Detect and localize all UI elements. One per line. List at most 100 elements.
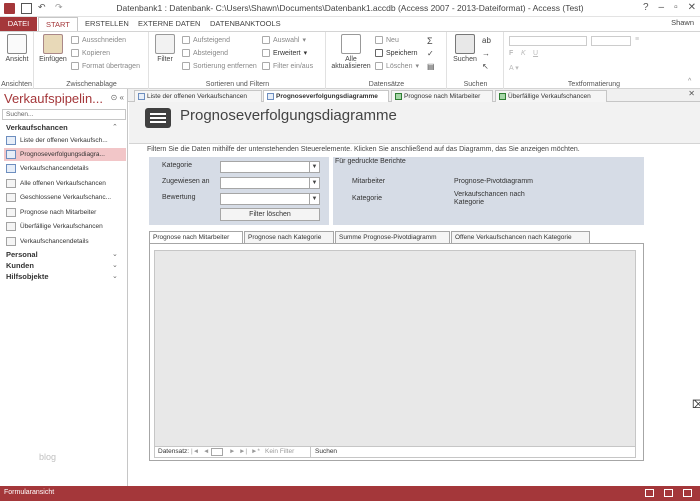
record-search-input[interactable]: Suchen [310,447,355,457]
tab-forecast-by-employee[interactable]: Prognose nach Mitarbeiter [149,231,243,243]
view-button[interactable]: Ansicht [2,34,32,63]
nav-section-opportunities[interactable]: Verkaufschancen ⌃ [6,123,124,132]
search-button[interactable]: Suchen [450,34,480,63]
nav-item[interactable]: Prognoseverfolgungsdiagra... [4,148,126,161]
user-name[interactable]: Shawn [671,18,694,27]
nav-item[interactable]: Prognose nach Mitarbeiter [4,206,126,219]
tab-external-data[interactable]: EXTERNE DATEN [131,17,207,31]
sort-asc-button[interactable]: Aufsteigend [182,36,230,44]
font-name-select[interactable] [509,36,587,46]
doc-tab[interactable]: Liste der offenen Verkaufschancen [134,90,262,102]
nav-item[interactable]: Verkaufschancendetails [4,162,126,175]
nav-item[interactable]: Verkaufschancendetails [4,235,126,248]
spelling-button[interactable]: ✓ [427,49,434,58]
remove-sort-button[interactable]: Sortierung entfernen [182,62,257,70]
window-controls: ? – ▫ ✕ [643,2,696,13]
align-left-button[interactable]: ≡ [635,36,639,43]
filter-panel: Kategorie ▼ Zugewiesen an ▼ Bewertung ▼ … [149,157,329,225]
rating-combobox[interactable]: ▼ [220,193,320,205]
nav-menu-icon[interactable]: ⊙ [111,93,118,102]
nav-section-personal[interactable]: Personal ⌄ [6,250,124,259]
ribbon-tabs: DATEI START ERSTELLEN EXTERNE DATEN DATE… [0,17,700,31]
tab-open-by-category[interactable]: Offene Verkaufschancen nach Kategorie [451,231,590,243]
filter-button[interactable]: Filter [152,34,178,63]
prev-record-button[interactable]: ◄ [203,448,209,455]
close-icon[interactable]: ✕ [688,2,696,13]
collapse-ribbon-button[interactable]: ^ [688,78,691,85]
nav-collapse-icon[interactable]: « [120,93,124,102]
form-view-icon[interactable] [645,489,654,497]
doc-tab-active[interactable]: Prognoseverfolgungsdiagramme [263,90,389,102]
category-report-link[interactable]: Verkaufschancen nach Kategorie [454,191,544,207]
select-button[interactable]: ↖ [482,62,489,71]
copy-button[interactable]: Kopieren [71,49,110,57]
document-tabs: Liste der offenen Verkaufschancen Progno… [128,89,700,102]
nav-section-customers[interactable]: Kunden ⌄ [6,261,124,270]
form-icon [6,164,16,173]
chart-subform[interactable]: Datensatz: |◄ ◄ ► ►| ►* Kein Filter Such… [154,250,636,458]
tab-start[interactable]: START [38,17,78,31]
no-filter-button[interactable]: Kein Filter [265,448,294,455]
nav-item-label: Alle offenen Verkaufschancen [20,180,106,187]
advanced-button[interactable]: Erweitert ▾ [262,49,307,57]
goto-button[interactable]: → [482,49,490,58]
form-icon [267,93,274,100]
assigned-combobox[interactable]: ▼ [220,177,320,189]
restore-icon[interactable]: ▫ [674,2,678,13]
tab-forecast-pivot[interactable]: Summe Prognose-Pivotdiagramm [335,231,450,243]
nav-search-input[interactable]: Suchen... [2,109,126,120]
new-record-label: Neu [386,36,399,44]
cut-button[interactable]: Ausschneiden [71,36,126,44]
refresh-icon [341,34,361,54]
new-record-nav-button[interactable]: ►* [251,448,260,455]
close-icon[interactable]: ✕ [688,89,695,98]
save-record-button[interactable]: Speichern [375,49,418,57]
nav-item[interactable]: Geschlossene Verkaufschanc... [4,191,126,204]
font-color-button[interactable]: A ▾ [509,64,519,72]
cursor-icon: ↖ [482,62,489,71]
paste-button[interactable]: Einfügen [38,34,68,63]
doc-tab[interactable]: Überfällige Verkaufschancen [495,90,607,102]
underline-button[interactable]: U [533,50,538,57]
category-combobox[interactable]: ▼ [220,161,320,173]
totals-button[interactable]: Σ [427,36,433,46]
last-record-button[interactable]: ►| [239,448,247,455]
more-button[interactable]: ▤ [427,62,435,71]
tab-file[interactable]: DATEI [0,17,37,31]
nav-section-helpers[interactable]: Hilfsobjekte ⌄ [6,272,124,281]
minimize-icon[interactable]: – [659,2,665,13]
arrow-right-icon: → [482,49,490,58]
bold-button[interactable]: F [509,50,513,57]
nav-item[interactable]: Überfällige Verkaufschancen [4,220,126,233]
design-view-icon[interactable] [683,489,692,497]
chevron-down-icon[interactable]: ▼ [309,194,319,204]
rating-label: Bewertung [162,194,196,201]
layout-view-icon[interactable] [664,489,673,497]
chevron-down-icon[interactable]: ▼ [309,178,319,188]
first-record-button[interactable]: |◄ [191,448,199,455]
tab-database-tools[interactable]: DATENBANKTOOLS [203,17,288,31]
refresh-all-button[interactable]: Alle aktualisieren [329,34,373,70]
chevron-down-icon[interactable]: ▼ [309,162,319,172]
nav-title[interactable]: Verkaufspipelin... [4,91,103,106]
chart-tabs: Prognose nach Mitarbeiter Prognose nach … [149,231,644,243]
new-record-button[interactable]: Neu [375,36,399,44]
selection-button[interactable]: Auswahl ▾ [262,36,306,44]
form-area: Prognoseverfolgungsdiagramme Filtern Sie… [129,102,700,486]
nav-item[interactable]: Liste der offenen Verkaufsch... [4,134,126,147]
delete-record-button[interactable]: Löschen ▾ [375,62,419,70]
help-icon[interactable]: ? [643,2,649,13]
font-size-select[interactable] [591,36,631,46]
toggle-filter-button[interactable]: Filter ein/aus [262,62,313,70]
doc-tab[interactable]: Prognose nach Mitarbeiter [391,90,493,102]
format-painter-button[interactable]: Format übertragen [71,62,140,70]
clear-filter-button[interactable]: Filter löschen [220,208,320,221]
tab-create[interactable]: ERSTELLEN [78,17,136,31]
nav-item[interactable]: Alle offenen Verkaufschancen [4,177,126,190]
sort-desc-button[interactable]: Absteigend [182,49,228,57]
tab-forecast-by-category[interactable]: Prognose nach Kategorie [244,231,334,243]
replace-button[interactable]: ab [482,36,491,45]
record-number-input[interactable] [211,448,223,456]
italic-button[interactable]: K [521,50,526,57]
next-record-button[interactable]: ► [229,448,235,455]
